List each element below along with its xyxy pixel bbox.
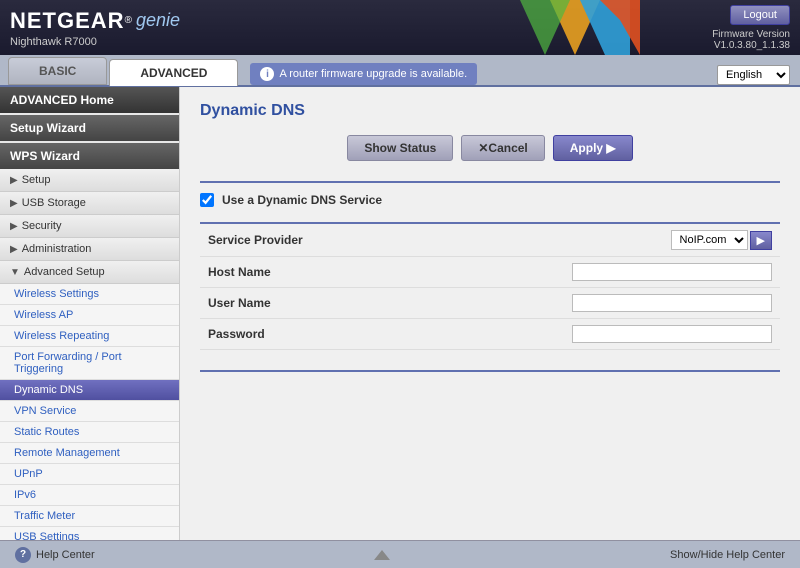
service-provider-label: Service Provider [200,223,400,257]
divider-bottom [200,370,780,372]
use-dynamic-dns-checkbox[interactable] [200,193,214,207]
footer-arrow-icon[interactable] [374,550,390,560]
sidebar-sub-wireless-settings[interactable]: Wireless Settings [0,284,179,305]
footer: ? Help Center Show/Hide Help Center [0,540,800,568]
sidebar-sub-upnp[interactable]: UPnP [0,464,179,485]
host-name-input[interactable] [572,263,772,281]
firmware-notice-text: A router firmware upgrade is available. [279,68,467,80]
sidebar-sub-dynamic-dns[interactable]: Dynamic DNS [0,380,179,401]
sidebar-item-advanced-setup[interactable]: ▼ Advanced Setup [0,261,179,284]
user-name-input[interactable] [572,294,772,312]
genie-name: genie [136,10,180,31]
show-status-button[interactable]: Show Status [347,135,453,161]
service-provider-select[interactable]: NoIP.com DynDNS Other [671,230,748,250]
sidebar-item-security-label: Security [22,220,62,232]
sidebar-item-admin-label: Administration [22,243,92,255]
model-name: Nighthawk R7000 [10,36,180,48]
firmware-version: V1.0.3.80_1.1.38 [714,40,790,51]
form-table: Service Provider NoIP.com DynDNS Other ▶… [200,222,780,350]
sidebar-sub-static-routes[interactable]: Static Routes [0,422,179,443]
show-hide-help-link[interactable]: Show/Hide Help Center [670,549,785,561]
sidebar-sub-ipv6[interactable]: IPv6 [0,485,179,506]
host-name-label: Host Name [200,257,400,288]
table-row: User Name [200,288,780,319]
firmware-notice: i A router firmware upgrade is available… [250,63,477,85]
tab-advanced[interactable]: ADVANCED [109,59,238,86]
table-row: Password [200,319,780,350]
help-center-label: Help Center [36,549,95,561]
sidebar: ADVANCED Home Setup Wizard WPS Wizard ▶ … [0,87,180,540]
logout-area: Logout Firmware Version V1.0.3.80_1.1.38 [712,5,790,51]
sidebar-item-setup-wizard[interactable]: Setup Wizard [0,115,179,141]
sidebar-item-security[interactable]: ▶ Security [0,215,179,238]
nav-tabs: BASIC ADVANCED i A router firmware upgra… [0,55,800,87]
cancel-button[interactable]: ✕Cancel [461,135,544,161]
tab-basic[interactable]: BASIC [8,57,107,85]
firmware-notice-icon: i [260,67,274,81]
sidebar-sub-usb-settings[interactable]: USB Settings [0,527,179,540]
sidebar-item-administration[interactable]: ▶ Administration [0,238,179,261]
help-center-link[interactable]: ? Help Center [15,547,95,563]
divider-top [200,181,780,183]
user-name-label: User Name [200,288,400,319]
host-name-value [400,257,780,288]
arrow-icon: ▼ [10,267,20,278]
sidebar-item-usb-label: USB Storage [22,197,86,209]
sidebar-item-wps-wizard[interactable]: WPS Wizard [0,143,179,169]
content-area: Dynamic DNS Show Status ✕Cancel Apply ▶ … [180,87,800,540]
password-input[interactable] [572,325,772,343]
logout-button[interactable]: Logout [730,5,790,25]
language-select[interactable]: English Deutsch Español Français [717,65,790,85]
provider-select-wrapper: NoIP.com DynDNS Other ▶ [408,230,772,250]
firmware-label: Firmware Version [712,29,790,40]
sidebar-item-setup-label: Setup [22,174,51,186]
main-layout: ADVANCED Home Setup Wizard WPS Wizard ▶ … [0,87,800,540]
firmware-info: Firmware Version V1.0.3.80_1.1.38 [712,29,790,51]
sidebar-sub-wireless-ap[interactable]: Wireless AP [0,305,179,326]
logo-graphic [520,0,640,55]
sidebar-item-usb-storage[interactable]: ▶ USB Storage [0,192,179,215]
sidebar-sub-wireless-repeating[interactable]: Wireless Repeating [0,326,179,347]
page-title: Dynamic DNS [200,102,780,120]
sidebar-item-advanced-label: Advanced Setup [24,266,105,278]
dynamic-dns-checkbox-row: Use a Dynamic DNS Service [200,193,780,207]
table-row: Host Name [200,257,780,288]
action-buttons: Show Status ✕Cancel Apply ▶ [200,135,780,161]
arrow-icon: ▶ [10,198,18,209]
table-row: Service Provider NoIP.com DynDNS Other ▶ [200,223,780,257]
sidebar-item-advanced-home[interactable]: ADVANCED Home [0,87,179,113]
sidebar-sub-port-forwarding[interactable]: Port Forwarding / Port Triggering [0,347,179,380]
user-name-value [400,288,780,319]
service-provider-value: NoIP.com DynDNS Other ▶ [400,223,780,257]
sidebar-sub-remote-management[interactable]: Remote Management [0,443,179,464]
arrow-icon: ▶ [10,221,18,232]
header: NETGEAR ® genie Nighthawk R7000 Logout F… [0,0,800,55]
help-icon: ? [15,547,31,563]
sidebar-sub-vpn-service[interactable]: VPN Service [0,401,179,422]
logo-area: NETGEAR ® genie Nighthawk R7000 [10,8,180,48]
password-value [400,319,780,350]
apply-button[interactable]: Apply ▶ [553,135,633,161]
sidebar-item-setup[interactable]: ▶ Setup [0,169,179,192]
use-dynamic-dns-label[interactable]: Use a Dynamic DNS Service [222,193,382,207]
logo: NETGEAR ® genie [10,8,180,34]
password-label: Password [200,319,400,350]
brand-name: NETGEAR [10,8,125,34]
arrow-icon: ▶ [10,175,18,186]
sidebar-sub-traffic-meter[interactable]: Traffic Meter [0,506,179,527]
provider-arrow-button[interactable]: ▶ [750,231,772,250]
registered-mark: ® [125,15,132,26]
arrow-icon: ▶ [10,244,18,255]
